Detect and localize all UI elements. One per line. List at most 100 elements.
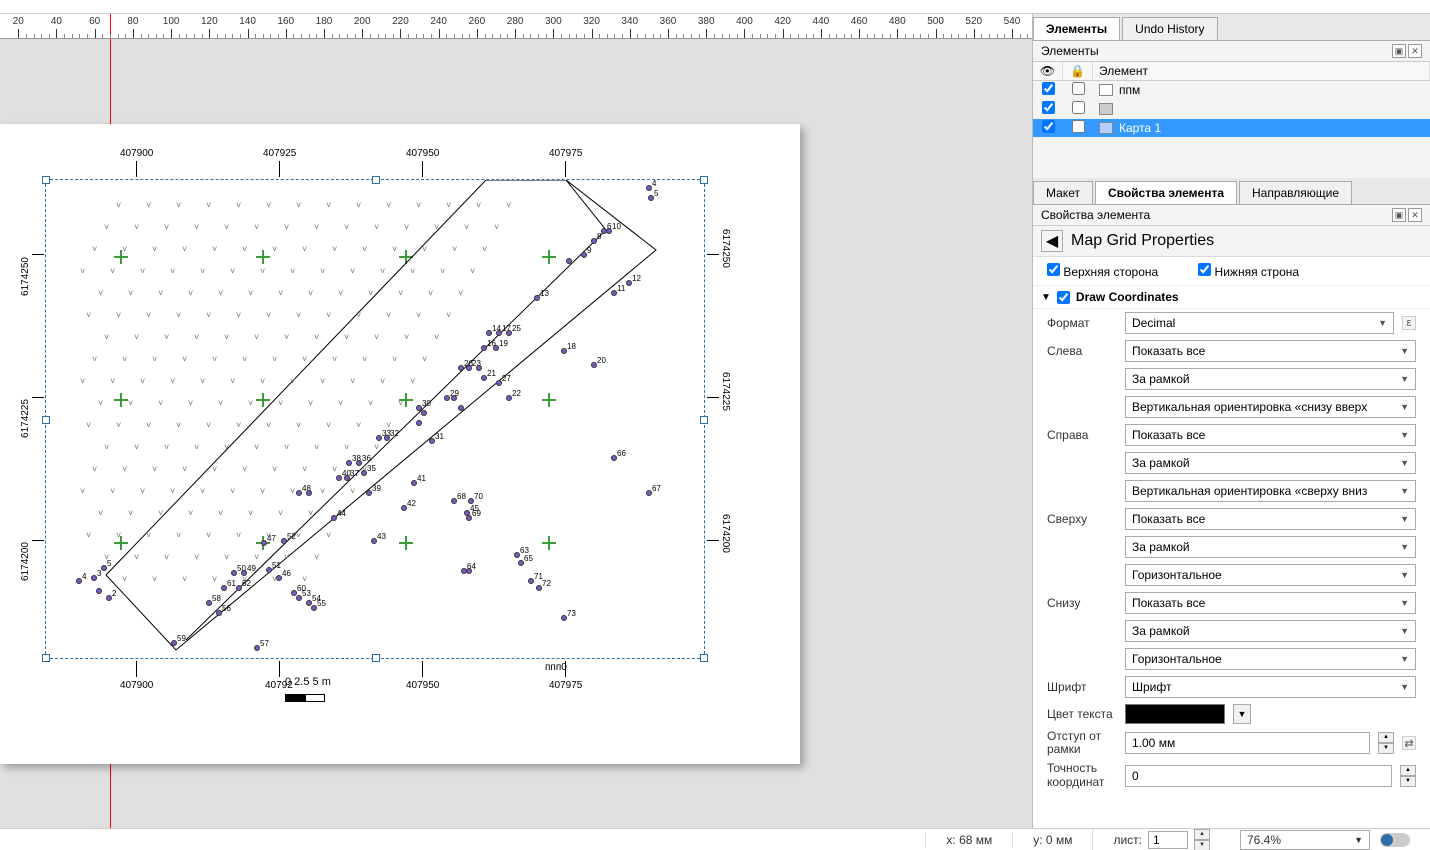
title-strip bbox=[0, 0, 1430, 14]
map-point-label: 12 bbox=[632, 274, 641, 283]
map-point bbox=[466, 568, 472, 574]
sel-bottom-pos[interactable]: За рамкой▼ bbox=[1125, 620, 1416, 642]
map-point-label: 19 bbox=[499, 339, 508, 348]
sel-format[interactable]: Decimal▼ bbox=[1125, 312, 1394, 334]
section-draw-coords[interactable]: ▼ Draw Coordinates bbox=[1033, 285, 1430, 309]
data-defined-icon[interactable]: ⇄ bbox=[1402, 736, 1416, 750]
lbl-top: Сверху bbox=[1047, 512, 1117, 526]
undock-icon[interactable]: ▣ bbox=[1392, 44, 1406, 58]
map-point-label: 25 bbox=[512, 324, 521, 333]
close-icon[interactable]: ✕ bbox=[1408, 44, 1422, 58]
col-lock: 🔒 bbox=[1063, 62, 1093, 80]
map-point-label: 13 bbox=[540, 289, 549, 298]
sel-handle-n[interactable] bbox=[372, 176, 380, 184]
format-expression-icon[interactable]: ε bbox=[1402, 316, 1416, 330]
tab-layout[interactable]: Макет bbox=[1033, 181, 1093, 204]
chk-draw-coords[interactable] bbox=[1057, 291, 1070, 304]
close-icon[interactable]: ✕ bbox=[1408, 208, 1422, 222]
sel-left-orient[interactable]: Вертикальная ориентировка «снизу вверх▼ bbox=[1125, 396, 1416, 418]
spinner-precision[interactable]: ▲▼ bbox=[1400, 765, 1416, 787]
sel-font[interactable]: Шрифт▼ bbox=[1125, 676, 1416, 698]
map-point-label: 10 bbox=[612, 222, 621, 231]
tab-guides[interactable]: Направляющие bbox=[1239, 181, 1352, 204]
status-x: x: 68 мм bbox=[925, 833, 1012, 847]
sel-top-orient[interactable]: Горизонтальное▼ bbox=[1125, 564, 1416, 586]
map-point bbox=[566, 258, 572, 264]
spinner-offset[interactable]: ▲▼ bbox=[1378, 732, 1394, 754]
color-dropdown[interactable]: ▼ bbox=[1233, 704, 1251, 724]
element-row[interactable]: ппм bbox=[1033, 81, 1430, 100]
map-point-label: 46 bbox=[282, 569, 291, 578]
scalebar-graphic bbox=[285, 694, 325, 702]
sel-bottom-show[interactable]: Показать все▼ bbox=[1125, 592, 1416, 614]
tick bbox=[707, 397, 719, 398]
grid-cross bbox=[114, 393, 128, 407]
sel-handle-nw[interactable] bbox=[42, 176, 50, 184]
elements-table: 👁 🔒 Элемент ппм Карта 1 bbox=[1033, 62, 1430, 138]
ruler-horizontal[interactable]: 2040608010012014016018020022024026028030… bbox=[0, 14, 1032, 39]
sel-left-show[interactable]: Показать все▼ bbox=[1125, 340, 1416, 362]
sel-handle-ne[interactable] bbox=[700, 176, 708, 184]
map-point-label: 18 bbox=[567, 342, 576, 351]
lbl-text-color: Цвет текста bbox=[1047, 707, 1117, 721]
coord-bot-3: 407975 bbox=[549, 680, 582, 691]
chk-top-side[interactable]: Верхняя сторона bbox=[1047, 263, 1158, 279]
sel-right-orient[interactable]: Вертикальная ориентировка «сверху вниз▼ bbox=[1125, 480, 1416, 502]
map-point-label: 62 bbox=[242, 579, 251, 588]
sel-handle-sw[interactable] bbox=[42, 654, 50, 662]
sel-handle-w[interactable] bbox=[42, 416, 50, 424]
input-precision[interactable] bbox=[1125, 765, 1392, 787]
zoom-combo[interactable]: 76.4%▼ bbox=[1240, 830, 1370, 850]
spinner-sheet[interactable]: ▲▼ bbox=[1194, 829, 1210, 850]
element-row[interactable] bbox=[1033, 100, 1430, 119]
map-point bbox=[416, 420, 422, 426]
coord-top-0: 407900 bbox=[120, 148, 153, 159]
map-point bbox=[458, 405, 464, 411]
tab-item-properties[interactable]: Свойства элемента bbox=[1095, 181, 1237, 204]
panel-title-elements: Элементы ▣ ✕ bbox=[1033, 41, 1430, 62]
sel-left-pos[interactable]: За рамкой▼ bbox=[1125, 368, 1416, 390]
undock-icon[interactable]: ▣ bbox=[1392, 208, 1406, 222]
coord-bot-0: 407900 bbox=[120, 680, 153, 691]
map-point-label: 67 bbox=[652, 484, 661, 493]
color-well[interactable] bbox=[1125, 704, 1225, 724]
map-frame[interactable]: ˅˅˅˅˅˅˅˅˅˅˅˅˅˅˅˅˅˅˅˅˅˅˅˅˅˅˅˅˅˅˅˅˅˅˅˅˅˅˅˅… bbox=[45, 179, 705, 659]
sel-handle-s[interactable] bbox=[372, 654, 380, 662]
map-point-label: 4 bbox=[82, 572, 86, 581]
sel-top-pos[interactable]: За рамкой▼ bbox=[1125, 536, 1416, 558]
map-point-label: 57 bbox=[260, 639, 269, 648]
element-row[interactable]: Карта 1 bbox=[1033, 119, 1430, 138]
chk-bottom-side[interactable]: Нижняя строна bbox=[1198, 263, 1299, 279]
sel-top-show[interactable]: Показать все▼ bbox=[1125, 508, 1416, 530]
status-sheet-input[interactable] bbox=[1148, 831, 1188, 849]
sel-bottom-orient[interactable]: Горизонтальное▼ bbox=[1125, 648, 1416, 670]
map-point-label: 52 bbox=[287, 532, 296, 541]
map-point bbox=[451, 395, 457, 401]
map-point-label: 43 bbox=[377, 532, 386, 541]
canvas-area[interactable]: 407900 407925 407950 407975 407900 40792… bbox=[0, 39, 1032, 828]
panel-title-text: Элементы bbox=[1041, 44, 1099, 58]
sel-right-show[interactable]: Показать все▼ bbox=[1125, 424, 1416, 446]
tab-elements[interactable]: Элементы bbox=[1033, 17, 1120, 40]
lock-zoom-toggle[interactable] bbox=[1380, 833, 1410, 847]
map-point-label: 20 bbox=[597, 356, 606, 365]
status-bar: x: 68 мм y: 0 мм лист: ▲▼ 76.4%▼ bbox=[0, 828, 1430, 850]
map-point-label: 3 bbox=[97, 569, 101, 578]
map-point-label: 61 bbox=[227, 579, 236, 588]
map-point-label: 70 bbox=[474, 492, 483, 501]
map-point-label: 31 bbox=[435, 432, 444, 441]
sel-handle-e[interactable] bbox=[700, 416, 708, 424]
sel-right-pos[interactable]: За рамкой▼ bbox=[1125, 452, 1416, 474]
properties-body[interactable]: Верхняя сторона Нижняя строна ▼ Draw Coo… bbox=[1033, 257, 1430, 828]
map-point-label: 2 bbox=[112, 589, 116, 598]
back-button[interactable]: ◀ bbox=[1041, 230, 1063, 252]
lbl-format: Формат bbox=[1047, 316, 1117, 330]
map-point-label: 41 bbox=[417, 474, 426, 483]
sel-handle-se[interactable] bbox=[700, 654, 708, 662]
tick bbox=[279, 161, 280, 177]
map-point-label: 27 bbox=[502, 374, 511, 383]
tab-undo-history[interactable]: Undo History bbox=[1122, 17, 1217, 40]
tick bbox=[136, 661, 137, 677]
grid-cross bbox=[542, 536, 556, 550]
input-offset[interactable] bbox=[1125, 732, 1370, 754]
